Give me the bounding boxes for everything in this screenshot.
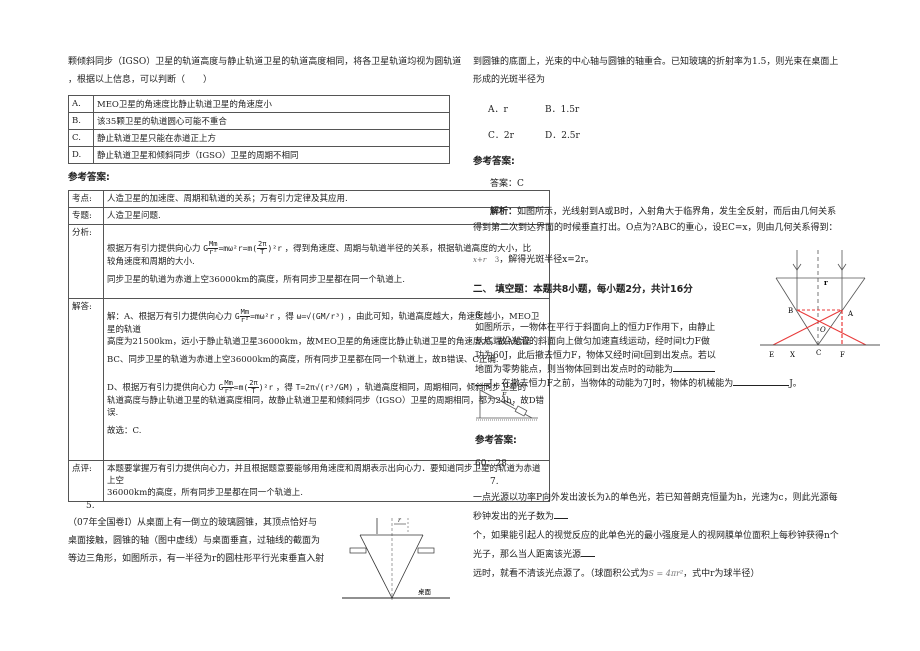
analysis-line1: 如图所示，光线射到A或B时，入射角大于临界角，发生全反射，而后由几何关系 xyxy=(517,207,837,217)
sphere-area-formula: S = 4πr² xyxy=(648,569,684,578)
analysis-line2: 得到第二次到达界面的时候垂直打出。O点为?ABC的重心，设EC=x，则由几何关系… xyxy=(473,223,838,233)
formula-omega: G Mm r²=mω²r xyxy=(234,308,275,324)
row-label: 专题: xyxy=(68,207,104,225)
q6-answer-heading: 参考答案: xyxy=(475,435,517,446)
q5-line2: 桌面接触，圆锥的轴（图中虚线）与桌面垂直，过轴线的截面为 xyxy=(68,536,321,546)
choice-c: C．2r xyxy=(488,131,514,141)
analysis-line3: ，解得光斑半径x=2r。 xyxy=(499,255,594,265)
support-left xyxy=(349,547,367,554)
option-row-a: A. MEO卫星的角速度比静止轨道卫星的角速度小 xyxy=(68,95,450,113)
force-label: F xyxy=(501,392,507,399)
force-arrow xyxy=(503,399,515,406)
q6-number: 6. xyxy=(475,311,484,321)
option-text: MEO卫星的角速度比静止轨道卫星的角速度小 xyxy=(93,95,450,113)
label-c: C xyxy=(816,349,821,357)
text: ，得 xyxy=(276,312,294,322)
analysis-label: 解析： xyxy=(490,207,518,217)
option-key: A. xyxy=(68,95,94,113)
text: 根据万有引力提供向心力 xyxy=(107,244,201,254)
cone-left-side xyxy=(359,534,393,599)
q5-line3: 等边三角形，如图所示，有一半径为r的圆柱形平行光束垂直入射 xyxy=(68,554,325,564)
radius-label: r xyxy=(398,517,402,524)
choice-b: B．1.5r xyxy=(545,105,580,115)
text: D、根据万有引力提供向心力 xyxy=(107,383,216,393)
label-o: O xyxy=(820,326,826,334)
blank-distance[interactable] xyxy=(581,556,596,557)
q5-answer: 答案：C xyxy=(490,179,524,189)
option-row-d: D. 静止轨道卫星和倾斜同步（IGSO）卫星的周期不相同 xyxy=(68,146,450,164)
section-heading: 二、 填空题：本题共8小题，每小题2分，共计16分 xyxy=(473,284,693,295)
formula-period-result: T=2π√(r³/GM) xyxy=(295,383,354,392)
text: ，得到角速度、周期与轨道半径的关系，根据轨道高度的大小，比 xyxy=(284,244,532,254)
q7-line5: 远时，就看不清该光点源了。（球面积公式为 xyxy=(473,569,649,579)
label-b: B xyxy=(788,307,793,315)
label-r: r xyxy=(824,278,828,287)
option-text: 静止轨道卫星只能在赤道正上方 xyxy=(93,129,450,147)
q7-line4: 光子，那么当人距离该光源 xyxy=(473,550,582,560)
row-kaodian: 考点: 人造卫星的加速度、周期和轨道的关系；万有引力定律及其应用. xyxy=(68,190,550,208)
block xyxy=(514,405,528,417)
q7-line5-post: ，式中r为球半径） xyxy=(683,569,760,579)
row-text: 人造卫星的加速度、周期和轨道的关系；万有引力定律及其应用. xyxy=(103,190,550,208)
label-e: E xyxy=(769,351,774,359)
text: ，得 xyxy=(275,383,293,393)
choice-d: D．2.5r xyxy=(545,131,580,141)
table-label: 桌面 xyxy=(418,587,432,596)
blank-kinetic-energy[interactable] xyxy=(673,371,716,372)
q7-line3: 个，如果能引起人的视觉反应的此单色光的最小强度是人的视网膜单位面积上每秒钟获得n… xyxy=(473,531,839,541)
option-row-c: C. 静止轨道卫星只能在赤道正上方 xyxy=(68,129,450,147)
q5-number: 5. xyxy=(86,501,95,511)
q7-line2: 秒钟发出的光子数为 xyxy=(473,512,555,522)
row-label: 考点: xyxy=(68,190,104,208)
q4-options-table: A. MEO卫星的角速度比静止轨道卫星的角速度小 B. 该35颗卫星的轨道圆心可能不… xyxy=(68,95,450,164)
option-key: D. xyxy=(68,146,94,164)
q6-incline-figure: F xyxy=(476,389,538,421)
option-text: 静止轨道卫星和倾斜同步（IGSO）卫星的周期不相同 xyxy=(93,146,450,164)
row-label: 点评: xyxy=(68,460,104,502)
q5-cone-figure: r 桌面 xyxy=(342,517,450,600)
q6-line5-post: J。 xyxy=(789,379,802,389)
option-key: B. xyxy=(68,112,94,130)
label-x: X xyxy=(790,351,795,359)
q4-intro-line2: ，根据以上信息，可以判断（ ） xyxy=(68,75,213,85)
label-f: F xyxy=(840,351,845,359)
q7-line1: 一点光源以功率P向外发出波长为λ的单色光，若已知普朗克恒量为h，光速为c，则此光… xyxy=(473,493,838,503)
q6-line2: 从底端沿光滑的斜面向上做匀加速直线运动，经时间t力F做 xyxy=(475,337,710,347)
option-row-b: B. 该35颗卫星的轨道圆心可能不重合 xyxy=(68,112,450,130)
q5-cont-line1: 到圆锥的底面上，光束的中心轴与圆锥的轴重合。已知玻璃的折射率为1.5，则光束在桌… xyxy=(473,57,839,67)
q4-answer-heading: 参考答案: xyxy=(68,172,110,183)
q4-intro-line1: 颗倾斜同步（IGSO）卫星的轨道高度与静止轨道卫星的轨道高度相同，将各卫星轨道均… xyxy=(68,57,462,67)
formula-omega-result: ω=√(GM/r³) xyxy=(296,312,345,321)
q6-answer: 60；28 xyxy=(475,459,507,469)
option-text: 该35颗卫星的轨道圆心可能不重合 xyxy=(93,112,450,130)
q5-line1: （07年全国卷Ⅰ）从桌面上有一倒立的玻璃圆锥，其顶点恰好与 xyxy=(68,518,318,528)
q5-cont-line2: 形成的光斑半径为 xyxy=(473,75,546,85)
q7-number: 7. xyxy=(490,477,499,487)
blank-photon-count[interactable] xyxy=(554,518,569,519)
text: 解：A、根据万有引力提供向心力 xyxy=(107,312,233,322)
formula-period: G Mm r²=m(2π T)²r xyxy=(218,379,274,395)
support-right xyxy=(417,547,435,554)
q5-ray-diagram: r B A O E X C F xyxy=(760,250,880,359)
q6-line3: 功为60J，此后撤去恒力F，物体又经时间t回到出发点。若以 xyxy=(475,351,716,361)
row-label: 分析: xyxy=(68,224,104,299)
q6-line1: 如图所示，一物体在平行于斜面向上的恒力F作用下，由静止 xyxy=(475,323,716,333)
analysis-formula: x+r xyxy=(473,256,487,264)
label-a: A xyxy=(847,310,854,318)
option-key: C. xyxy=(68,129,94,147)
choice-a: A．r xyxy=(488,105,508,115)
q5-answer-heading: 参考答案: xyxy=(473,156,515,167)
blank-mechanical-energy[interactable] xyxy=(733,385,790,386)
formula-gravity: G Mm r²=mω²r=m(2π T)²r xyxy=(203,240,282,256)
q6-line4: 地面为零势能点，则当物体回到出发点时的动能为 xyxy=(475,365,674,375)
row-label: 解答: xyxy=(68,298,104,461)
